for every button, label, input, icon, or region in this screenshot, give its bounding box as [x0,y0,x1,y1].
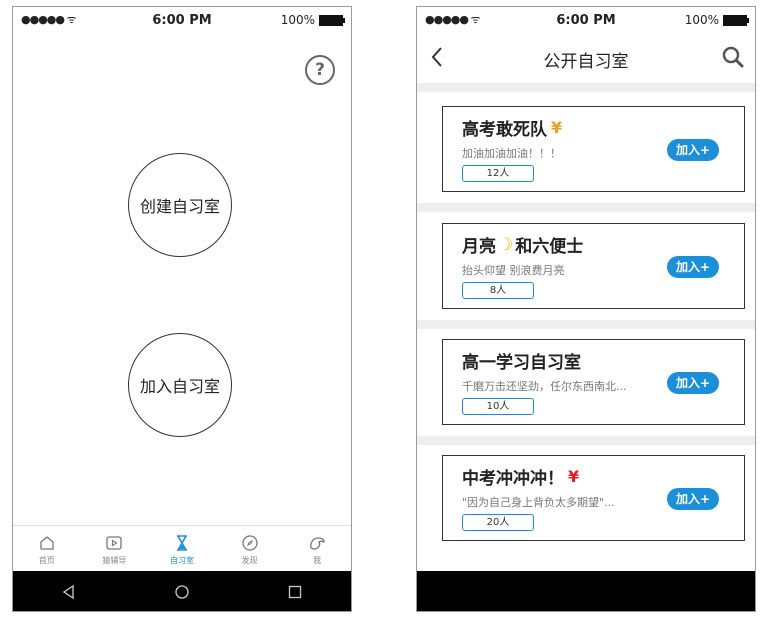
section-separator [417,203,755,212]
join-room-button[interactable]: 加入+ [667,488,719,510]
join-study-room-label: 加入自习室 [139,377,220,396]
join-room-button[interactable]: 加入+ [667,256,719,278]
create-study-room-button[interactable]: 创建自习室 [128,153,232,257]
tab-yuanfudao-label: 猿辅导 [102,555,127,565]
battery-indicator: 100% [684,13,749,27]
battery-icon [723,14,749,26]
battery-indicator: 100% [280,13,345,27]
tab-discover[interactable]: 发现 [216,526,284,572]
member-count-badge: 20人 [462,514,534,531]
room-description: 千磨万击还坚劲，任尔东西南北... [462,380,627,393]
member-count-badge: 8人 [462,282,534,299]
join-room-button[interactable]: 加入+ [667,372,719,394]
room-description: 加油加油加油！！！ [462,147,561,160]
tab-me[interactable]: 我 [283,526,351,572]
page-header: 公开自习室 [417,33,755,83]
tab-home-label: 首页 [38,555,55,565]
section-separator [417,436,755,445]
battery-text: 100% [684,13,719,27]
play-icon [106,535,123,550]
phone-screen-study-room-home: ●●●●● ᯤ 6:00 PM 100% ? 创建自习室 加入自习室 首页 猿辅… [12,6,352,612]
room-card[interactable]: 中考冲冲冲！ ¥ "因为自己身上背负太多期望"... 20人 加入+ [442,455,745,541]
profile-icon [310,536,325,550]
search-icon[interactable] [721,45,745,69]
room-card[interactable]: 月亮 ☽ 和六便士 抬头仰望 别浪费月亮 8人 加入+ [442,223,745,309]
battery-icon [319,14,345,26]
section-separator [417,83,755,92]
status-bar: ●●●●● ᯤ 6:00 PM 100% [13,7,351,33]
room-name: 高一学习自习室 [462,353,581,373]
room-name: 中考冲冲冲！ ¥ [462,467,580,489]
room-description: 抬头仰望 别浪费月亮 [462,264,565,277]
member-count-badge: 10人 [462,398,534,415]
status-bar: ●●●●● ᯤ 6:00 PM 100% [417,7,755,33]
nav-back-icon[interactable] [60,583,78,601]
room-card[interactable]: 高一学习自习室 千磨万击还坚劲，任尔东西南北... 10人 加入+ [442,339,745,425]
tab-study-room[interactable]: 自习室 [148,526,216,572]
bottom-tab-bar: 首页 猿辅导 自习室 发现 我 [13,525,351,572]
help-icon[interactable]: ? [305,55,335,85]
room-name: 月亮 ☽ 和六便士 [462,234,584,258]
create-study-room-label: 创建自习室 [139,197,220,216]
room-description: "因为自己身上背负太多期望"... [462,496,615,509]
page-title: 公开自习室 [543,52,629,72]
tab-home[interactable]: 首页 [13,526,81,572]
hourglass-icon [176,534,187,551]
tab-discover-label: 发现 [241,555,258,565]
tab-me-label: 我 [313,555,322,565]
moon-icon: ☽ [498,234,514,255]
battery-text: 100% [280,13,315,27]
phone-screen-public-rooms: ●●●●● ᯤ 6:00 PM 100% 公开自习室 高考敢死队 ¥ 加油加油加… [416,6,756,612]
join-room-button[interactable]: 加入+ [667,139,719,161]
compass-icon [241,534,258,551]
join-study-room-button[interactable]: 加入自习室 [128,333,232,437]
nav-home-icon[interactable] [173,583,191,601]
room-name: 高考敢死队 ¥ [462,118,563,140]
room-card[interactable]: 高考敢死队 ¥ 加油加油加油！！！ 12人 加入+ [442,106,745,192]
tab-yuanfudao[interactable]: 猿辅导 [81,526,149,572]
paid-yen-icon: ¥ [551,118,563,137]
section-separator [417,320,755,329]
nav-recents-icon[interactable] [286,583,304,601]
tab-study-room-label: 自习室 [169,555,194,565]
home-icon [40,535,54,550]
android-nav-bar [13,571,351,611]
paid-yen-icon: ¥ [568,467,580,486]
member-count-badge: 12人 [462,165,534,182]
android-nav-bar [417,571,755,611]
